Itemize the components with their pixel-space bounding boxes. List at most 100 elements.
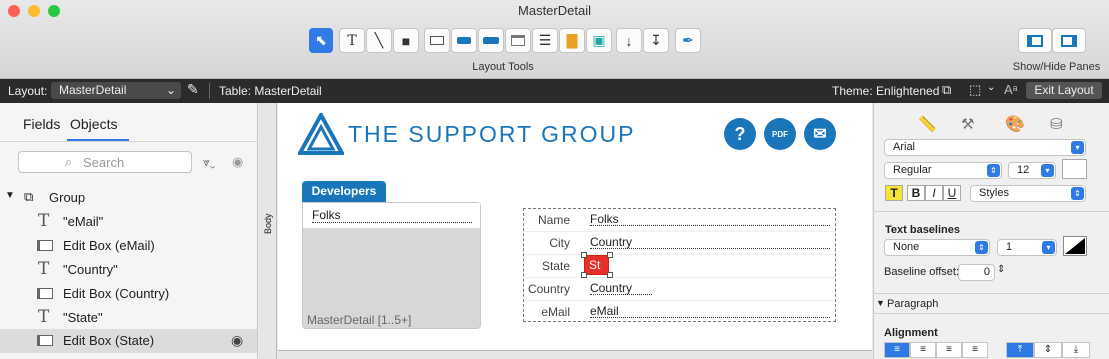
format-painter-icon[interactable]: ✒ [675,28,701,53]
italic-button[interactable]: I [925,185,943,201]
baseline-style-select[interactable]: None ⇕ [884,239,990,256]
font-style-value: Regular [893,164,932,176]
edit-layout-name-icon[interactable]: ✎ [187,81,199,98]
web-viewer-tool-icon[interactable]: ▣ [586,28,612,53]
eye-icon[interactable]: ◉ [232,154,243,170]
tree-item-state-field[interactable]: Edit Box (State) ◉ [0,329,257,353]
underline-button[interactable]: U [943,185,961,201]
layout-select[interactable]: MasterDetail ⌄ [51,82,181,99]
font-style-select[interactable]: Regular ⇕ [884,162,1002,179]
body-part-label[interactable]: Body [263,213,273,234]
country-field[interactable]: Country [590,281,652,295]
tree-item-country-label[interactable]: T "Country" [0,258,257,282]
button-bar-tool-icon[interactable] [478,28,504,53]
chevron-down-icon: ⌄ [165,83,176,97]
search-placeholder: Search [83,155,125,170]
resize-handle[interactable] [607,252,613,258]
portal-row-value[interactable]: Folks [312,209,472,223]
layout-tools-label: Layout Tools [472,61,534,73]
grid-icon[interactable]: ⬚ [969,82,981,98]
tree-item-state-label[interactable]: T "State" [0,306,257,330]
align-middle-icon[interactable]: ⇕ [1034,342,1062,358]
pdf-button[interactable]: PDF [764,118,796,150]
baseline-offset-input[interactable]: 0 [958,264,995,281]
tab-fields[interactable]: Fields [23,116,60,132]
styles-select[interactable]: Styles ⇕ [970,185,1086,202]
divider [873,211,1109,212]
field-row-country: Country Country [524,278,835,301]
edit-box-icon [37,240,53,251]
disclosure-triangle-icon[interactable]: ▼ [5,190,15,201]
chevron-down-icon[interactable]: ⌄ [987,82,995,93]
window-title: MasterDetail [518,3,591,18]
font-size-combo[interactable]: 12 ▾ [1008,162,1056,179]
align-right-icon[interactable]: ≡ [936,342,962,358]
tree-item-label: "eMail" [63,214,104,229]
text-object-icon: T [38,259,50,279]
pointer-tool-icon[interactable]: ⬉ [309,28,333,53]
insert-part-icon[interactable]: ↧ [643,28,669,53]
paragraph-heading[interactable]: Paragraph [887,298,938,310]
tab-objects[interactable]: Objects [70,116,117,132]
eye-icon[interactable]: ◉ [231,332,243,349]
text-color-well[interactable] [1062,159,1087,179]
highlight-button[interactable]: T [885,185,903,201]
appearance-tab-icon[interactable]: 🎨 [1005,114,1025,134]
tree-item-country-field[interactable]: Edit Box (Country) [0,282,257,306]
styles-tab-icon[interactable]: ⚒ [961,115,974,133]
font-size-icon[interactable]: Aᵃ [1004,82,1018,97]
tab-control-tool-icon[interactable] [505,28,531,53]
edit-box-icon [37,335,53,346]
text-object-icon: T [38,307,50,327]
show-left-pane-icon[interactable] [1018,28,1052,53]
city-field[interactable]: Country [590,235,830,249]
tree-item-email-label[interactable]: T "eMail" [0,210,257,234]
line-tool-icon[interactable]: ╲ [366,28,392,53]
search-input[interactable]: ⌕ Search [18,151,192,173]
baseline-width-select[interactable]: 1 ▾ [997,239,1057,256]
baseline-color-well[interactable] [1063,236,1087,256]
chart-tool-icon[interactable]: ▇ [559,28,585,53]
stepper-icon[interactable]: ⇕ [997,264,1005,275]
baseline-offset-label: Baseline offset: [884,266,960,278]
shape-tool-icon[interactable]: ■ [393,28,419,53]
filter-icon[interactable]: ⩔⌄ [203,155,215,170]
portal-row[interactable]: Folks [303,203,480,228]
text-object-icon: T [38,211,50,231]
align-center-icon[interactable]: ≡ [910,342,936,358]
data-tab-icon[interactable]: ⛁ [1050,115,1063,133]
resize-handle[interactable] [581,252,587,258]
text-tool-icon[interactable]: T [339,28,365,53]
chevron-down-icon: ▾ [1042,241,1055,254]
bold-button[interactable]: B [907,185,925,201]
styles-value: Styles [979,187,1009,199]
button-tool-icon[interactable] [451,28,477,53]
portal-tool-icon[interactable]: ☰ [532,28,558,53]
state-field[interactable]: St [584,255,609,275]
exit-layout-button[interactable]: Exit Layout [1026,82,1102,99]
tree-item-email-field[interactable]: Edit Box (eMail) [0,234,257,258]
position-tab-icon[interactable]: 📏 [918,115,937,133]
align-justify-icon[interactable]: ≡ [962,342,988,358]
divider [209,83,210,99]
align-left-icon[interactable]: ≡ [884,342,910,358]
align-top-icon[interactable]: ⤒ [1006,342,1034,358]
tree-item-group[interactable]: ▼ ⧉ Group [0,186,257,210]
portal-footer-label: MasterDetail [1..5+] [307,313,412,327]
chevron-down-icon: ▾ [1041,164,1054,177]
email-field[interactable]: eMail [590,304,830,318]
tree-item-label: "Country" [63,262,118,277]
font-select[interactable]: Arial ▾ [884,139,1086,156]
help-button[interactable]: ? [724,118,756,150]
align-bottom-icon[interactable]: ⤓ [1062,342,1090,358]
divider [873,293,1109,294]
disclosure-triangle-icon[interactable]: ▼ [876,298,885,308]
show-right-pane-icon[interactable] [1052,28,1086,53]
logo-triangle-icon [298,113,344,155]
field-tool-icon[interactable] [424,28,450,53]
email-button[interactable]: ✉ [804,118,836,150]
developers-tab[interactable]: Developers [302,181,386,202]
insert-field-icon[interactable]: ↓ [616,28,642,53]
theme-change-icon[interactable]: ⧉ [942,82,951,98]
name-field[interactable]: Folks [590,212,830,226]
